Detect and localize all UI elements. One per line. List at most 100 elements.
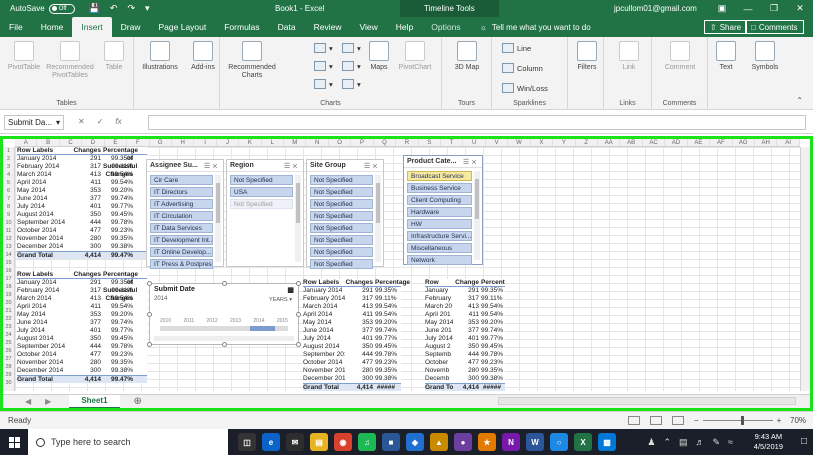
slicer-item[interactable]: IT Online Develop... bbox=[150, 247, 213, 257]
row-header[interactable]: 10 bbox=[3, 219, 14, 227]
clear-filter-icon[interactable]: ⨯ bbox=[292, 163, 300, 170]
column-header[interactable]: J bbox=[217, 139, 240, 146]
column-header[interactable]: M bbox=[284, 139, 307, 146]
resize-handle[interactable] bbox=[296, 342, 301, 347]
pivot-row[interactable]: October 477 99.23% bbox=[425, 359, 505, 367]
resize-handle[interactable] bbox=[147, 281, 152, 286]
pivot-row[interactable]: September 201444499.78% bbox=[17, 343, 147, 351]
pivot-row[interactable]: June 2014 377 99.74% bbox=[17, 319, 147, 327]
column-header[interactable]: A bbox=[15, 139, 38, 146]
row-header[interactable]: 16 bbox=[3, 267, 14, 275]
slicer-item[interactable]: IT Directors bbox=[150, 187, 213, 197]
row-header[interactable]: 8 bbox=[3, 203, 14, 211]
link-button[interactable]: Link bbox=[614, 41, 644, 72]
sparkline-winloss-button[interactable]: Win/Loss bbox=[502, 83, 548, 93]
app-icon[interactable]: ▩ bbox=[598, 433, 616, 451]
slicer-item[interactable]: HW bbox=[407, 219, 472, 229]
close-icon[interactable]: ✕ bbox=[787, 0, 813, 17]
table-button[interactable]: Table bbox=[100, 41, 128, 72]
pivot-row[interactable]: October 2014 477 99.23% bbox=[303, 359, 401, 367]
column-header[interactable]: O bbox=[329, 139, 352, 146]
tab-options[interactable]: Options bbox=[422, 17, 469, 37]
slicer-item[interactable]: Not Specified bbox=[230, 199, 293, 209]
pivot-row[interactable]: January 2014 291 99.35% bbox=[303, 287, 401, 295]
sparkline-column-button[interactable]: Column bbox=[502, 63, 543, 73]
slicer-item[interactable]: Client Computing bbox=[407, 195, 472, 205]
pivot-column-header[interactable]: Row Labels bbox=[17, 271, 69, 278]
slicer-item[interactable]: Miscellaneous bbox=[407, 243, 472, 253]
pivot-row[interactable]: Decemb 300 99.38% bbox=[425, 375, 505, 383]
formula-input[interactable] bbox=[148, 115, 806, 130]
column-header[interactable]: AF bbox=[710, 139, 733, 146]
row-header[interactable]: 19 bbox=[3, 291, 14, 299]
row-header[interactable]: 3 bbox=[3, 163, 14, 171]
page-layout-view-icon[interactable] bbox=[650, 416, 662, 425]
row-header[interactable]: 25 bbox=[3, 339, 14, 347]
timeline-submit-date[interactable]: Submit Date ▩ 2014 YEARS ▾ 2010 2011 2012 20… bbox=[147, 281, 301, 347]
app-icon[interactable]: ■ bbox=[382, 433, 400, 451]
taskbar-search[interactable]: Type here to search bbox=[28, 429, 228, 455]
column-header[interactable]: R bbox=[396, 139, 419, 146]
pivot-table-1[interactable]: Row Labels Changes Percentage of Successfu… bbox=[17, 147, 147, 259]
task-view-icon[interactable]: ◫ bbox=[238, 433, 256, 451]
zoom-level[interactable]: 70% bbox=[790, 416, 806, 425]
scroll-thumb[interactable] bbox=[216, 183, 220, 223]
tab-review[interactable]: Review bbox=[305, 17, 351, 37]
column-header[interactable]: AC bbox=[643, 139, 666, 146]
pivot-row[interactable]: September 201444499.78% bbox=[303, 351, 401, 359]
enter-icon[interactable]: ✓ bbox=[97, 117, 104, 126]
name-box[interactable]: Submit Da... ▾ bbox=[4, 115, 64, 130]
row-header[interactable]: 23 bbox=[3, 323, 14, 331]
column-header[interactable]: B bbox=[37, 139, 60, 146]
chrome-icon[interactable]: ◉ bbox=[334, 433, 352, 451]
pivot-row[interactable]: July 2014 401 99.77% bbox=[17, 327, 147, 335]
column-chart-button[interactable]: ▾ bbox=[314, 43, 333, 53]
ribbon-display-icon[interactable]: ▣ bbox=[709, 0, 735, 17]
pivot-row[interactable]: June 201 377 99.74% bbox=[425, 327, 505, 335]
timeline-year-label[interactable]: 2010 bbox=[160, 318, 171, 324]
volume-icon[interactable]: ♬ bbox=[696, 437, 705, 447]
timeline-year-label[interactable]: 2013 bbox=[230, 318, 241, 324]
pivot-column-header[interactable]: Changes bbox=[345, 279, 375, 286]
symbols-button[interactable]: Symbols bbox=[748, 41, 782, 72]
autosave-toggle[interactable]: Off bbox=[48, 3, 75, 14]
addins-button[interactable]: Add-ins bbox=[188, 41, 218, 72]
share-button[interactable]: ⇧ Share bbox=[704, 20, 748, 34]
tab-home[interactable]: Home bbox=[32, 17, 73, 37]
row-header[interactable]: 17 bbox=[3, 275, 14, 283]
timeline-year-label[interactable]: 2012 bbox=[207, 318, 218, 324]
tab-draw[interactable]: Draw bbox=[112, 17, 150, 37]
pivot-row[interactable]: March 20 413 99.54% bbox=[425, 303, 505, 311]
clear-filter-icon[interactable]: ⨯ bbox=[372, 163, 380, 170]
row-header[interactable]: 20 bbox=[3, 299, 14, 307]
pivot-row[interactable]: July 2014 401 99.77% bbox=[425, 335, 505, 343]
pivot-column-header[interactable]: Row Labels bbox=[303, 279, 345, 286]
pen-icon[interactable]: ✎ bbox=[713, 437, 721, 448]
column-header[interactable]: AH bbox=[755, 139, 778, 146]
resize-handle[interactable] bbox=[147, 312, 152, 317]
column-header[interactable]: H bbox=[172, 139, 195, 146]
slicer-item[interactable]: Not Specified bbox=[310, 187, 373, 197]
pivot-column-header[interactable]: Percent bbox=[481, 279, 505, 286]
column-header[interactable]: Q bbox=[374, 139, 397, 146]
slicer-scrollbar[interactable] bbox=[295, 175, 301, 262]
comment-button[interactable]: Comment bbox=[660, 41, 700, 72]
row-header[interactable]: 4 bbox=[3, 171, 14, 179]
prev-sheet-icon[interactable]: ◀ bbox=[25, 397, 31, 406]
app-icon[interactable]: ★ bbox=[478, 433, 496, 451]
slicer-item[interactable]: Not Specified bbox=[310, 223, 373, 233]
pivot-row[interactable]: Septemb 444 99.78% bbox=[425, 351, 505, 359]
row-header[interactable]: 15 bbox=[3, 259, 14, 267]
slicer-item[interactable]: Hardware bbox=[407, 207, 472, 217]
column-header[interactable]: AA bbox=[598, 139, 621, 146]
row-header[interactable]: 14 bbox=[3, 251, 14, 259]
tab-data[interactable]: Data bbox=[269, 17, 305, 37]
tell-me-box[interactable]: ☼ Tell me what you want to do bbox=[480, 17, 591, 37]
slicer-scrollbar[interactable] bbox=[474, 171, 480, 260]
column-header[interactable]: AB bbox=[620, 139, 643, 146]
pivot-column-header[interactable]: Change bbox=[453, 279, 481, 286]
pie-chart-button[interactable]: ▾ bbox=[314, 79, 333, 89]
clear-filter-icon[interactable]: ▩ bbox=[287, 286, 294, 294]
column-header[interactable]: T bbox=[441, 139, 464, 146]
slicer-region[interactable]: Region ☰⨯ Not Specified USA Not Specified bbox=[226, 159, 304, 267]
